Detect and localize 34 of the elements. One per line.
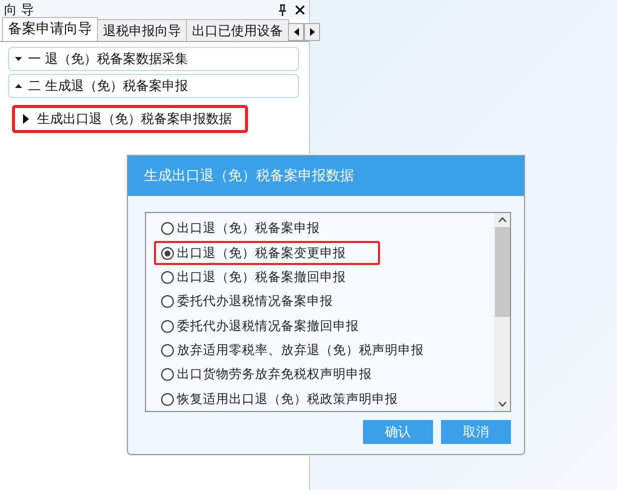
- radio-button[interactable]: [161, 320, 174, 333]
- radio-button[interactable]: [161, 344, 174, 358]
- tree-group-header[interactable]: 一 退（免）税备案数据采集: [8, 47, 299, 71]
- radio-button[interactable]: [161, 270, 174, 284]
- dialog-title: 生成出口退（免）税备案申报数据: [128, 156, 524, 196]
- radio-option[interactable]: 出口货物劳务放弃免税权声明申报: [154, 363, 379, 387]
- radio-option[interactable]: 出口退（免）税备案撤回申报: [154, 266, 353, 290]
- close-icon[interactable]: [295, 4, 305, 14]
- tab[interactable]: 出口已使用设备: [186, 19, 289, 41]
- pin-icon[interactable]: [278, 4, 287, 16]
- radio-option[interactable]: 放弃适用零税率、放弃退（免）税声明申报: [154, 338, 431, 362]
- scrollbar[interactable]: [494, 213, 510, 411]
- radio-option[interactable]: 恢复适用出口退（免）税政策声明申报: [154, 388, 405, 411]
- radio-button[interactable]: [161, 222, 174, 236]
- tab[interactable]: 备案申请向导: [2, 17, 98, 41]
- tree-group-header[interactable]: 二 生成退（免）税备案申报: [8, 74, 299, 98]
- tab[interactable]: 退税申报向导: [97, 19, 187, 41]
- collapse-caret-icon: [15, 84, 22, 88]
- radio-button[interactable]: [161, 295, 174, 308]
- expand-caret-icon: [15, 57, 22, 61]
- panel-title: 向 导: [4, 2, 36, 18]
- right-arrow-icon: [310, 28, 314, 36]
- left-arrow-icon: [294, 28, 298, 36]
- radio-option[interactable]: 出口退（免）税备案申报: [154, 217, 327, 240]
- radio-button[interactable]: [161, 246, 174, 260]
- radio-option[interactable]: 委托代办退税情况备案撤回申报: [154, 314, 366, 338]
- scroll-left-button[interactable]: [288, 23, 304, 41]
- tree-item[interactable]: 生成出口退（免）税备案申报数据: [12, 105, 248, 133]
- radio-option[interactable]: 出口退（免）税备案变更申报: [154, 241, 380, 265]
- radio-button[interactable]: [161, 392, 174, 406]
- scroll-right-button[interactable]: [304, 23, 320, 41]
- radio-button[interactable]: [161, 368, 174, 382]
- radio-option[interactable]: 委托代办退税情况备案申报: [154, 290, 340, 314]
- triangle-icon: [23, 114, 29, 124]
